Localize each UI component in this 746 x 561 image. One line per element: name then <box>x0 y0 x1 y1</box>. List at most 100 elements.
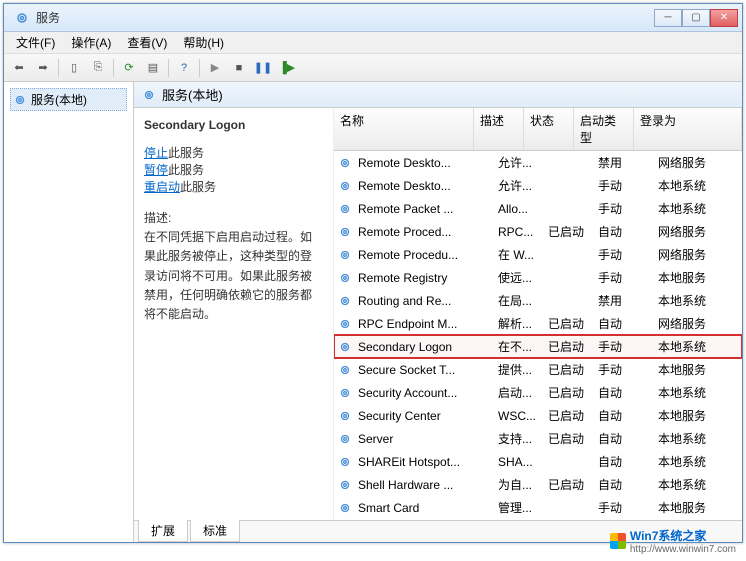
gear-icon <box>142 88 156 102</box>
detail-title: Secondary Logon <box>144 118 323 132</box>
windows-logo-icon <box>610 533 626 549</box>
back-button[interactable]: ⬅ <box>8 57 30 79</box>
cell-name: Security Center <box>352 408 492 424</box>
cell-status <box>542 185 592 187</box>
start-button[interactable]: ▶ <box>204 57 226 79</box>
cell-name: Remote Registry <box>352 270 492 286</box>
toolbar: ⬅ ➡ ▯ ⎘ ⟳ ▤ ? ▶ ■ ❚❚ ▐▶ <box>4 54 742 82</box>
stop-link[interactable]: 停止 <box>144 146 168 160</box>
maximize-button[interactable]: ▢ <box>682 9 710 27</box>
titlebar[interactable]: 服务 ─ ▢ ✕ <box>4 4 742 32</box>
cell-desc: 允许... <box>492 153 542 172</box>
gear-icon <box>338 156 352 170</box>
cell-status: 已启动 <box>542 383 592 402</box>
forward-button[interactable]: ➡ <box>32 57 54 79</box>
menubar: 文件(F) 操作(A) 查看(V) 帮助(H) <box>4 32 742 54</box>
cell-logon: 本地系统 <box>652 176 742 195</box>
cell-logon: 本地服务 <box>652 406 742 425</box>
table-row[interactable]: Remote Deskto... 允许... 手动 本地系统 <box>334 174 742 197</box>
menu-action[interactable]: 操作(A) <box>63 32 119 53</box>
restart-button[interactable]: ▐▶ <box>276 57 298 79</box>
stop-button[interactable]: ■ <box>228 57 250 79</box>
table-row[interactable]: Remote Packet ... Allo... 手动 本地系统 <box>334 197 742 220</box>
cell-desc: SHA... <box>492 454 542 470</box>
services-window: 服务 ─ ▢ ✕ 文件(F) 操作(A) 查看(V) 帮助(H) ⬅ ➡ ▯ ⎘… <box>3 3 743 543</box>
table-row[interactable]: Server 支持... 已启动 自动 本地系统 <box>334 427 742 450</box>
cell-logon: 本地系统 <box>652 429 742 448</box>
table-row[interactable]: Remote Deskto... 允许... 禁用 网络服务 <box>334 151 742 174</box>
cell-logon: 本地服务 <box>652 498 742 517</box>
cell-name: Server <box>352 431 492 447</box>
cell-startup: 手动 <box>592 268 652 287</box>
cell-status <box>542 254 592 256</box>
cell-logon: 本地系统 <box>652 337 742 356</box>
refresh-button[interactable]: ⟳ <box>118 57 140 79</box>
pause-link-suffix: 此服务 <box>168 163 204 177</box>
menu-help[interactable]: 帮助(H) <box>175 32 232 53</box>
tab-standard[interactable]: 标准 <box>190 520 240 542</box>
cell-status <box>542 208 592 210</box>
close-button[interactable]: ✕ <box>710 9 738 27</box>
desc-text: 在不同凭据下启用启动过程。如果此服务被停止，这种类型的登录访问将不可用。如果此服… <box>144 228 323 324</box>
cell-name: Remote Deskto... <box>352 178 492 194</box>
restart-link[interactable]: 重启动 <box>144 180 180 194</box>
table-row[interactable]: Remote Procedu... 在 W... 手动 网络服务 <box>334 243 742 266</box>
cell-name: RPC Endpoint M... <box>352 316 492 332</box>
table-row[interactable]: Routing and Re... 在局... 禁用 本地系统 <box>334 289 742 312</box>
cell-status <box>542 277 592 279</box>
col-status[interactable]: 状态 <box>524 108 574 150</box>
gear-icon <box>338 271 352 285</box>
tab-extended[interactable]: 扩展 <box>138 520 188 542</box>
services-list[interactable]: 名称 描述 状态 启动类型 登录为 Remote Deskto... 允许...… <box>334 108 742 520</box>
pause-button[interactable]: ❚❚ <box>252 57 274 79</box>
panel-header-label: 服务(本地) <box>162 85 223 104</box>
tree-root-services[interactable]: 服务(本地) <box>10 88 127 111</box>
table-row[interactable]: RPC Endpoint M... 解析... 已启动 自动 网络服务 <box>334 312 742 335</box>
table-row[interactable]: Security Account... 启动... 已启动 自动 本地系统 <box>334 381 742 404</box>
show-hide-tree-button[interactable]: ▯ <box>63 57 85 79</box>
col-logon[interactable]: 登录为 <box>634 108 742 150</box>
tree-root-label: 服务(本地) <box>31 91 87 108</box>
cell-desc: 允许... <box>492 176 542 195</box>
table-row[interactable]: SHAREit Hotspot... SHA... 自动 本地系统 <box>334 450 742 473</box>
menu-view[interactable]: 查看(V) <box>119 32 175 53</box>
gear-icon <box>338 340 352 354</box>
col-startup[interactable]: 启动类型 <box>574 108 634 150</box>
col-name[interactable]: 名称 <box>334 108 474 150</box>
cell-status: 已启动 <box>542 337 592 356</box>
table-row[interactable]: Shell Hardware ... 为自... 已启动 自动 本地系统 <box>334 473 742 496</box>
export-button[interactable]: ⎘ <box>87 57 109 79</box>
cell-startup: 手动 <box>592 176 652 195</box>
pause-link[interactable]: 暂停 <box>144 163 168 177</box>
gear-icon <box>338 363 352 377</box>
table-row[interactable]: Secondary Logon 在不... 已启动 手动 本地系统 <box>334 335 742 358</box>
cell-name: Routing and Re... <box>352 293 492 309</box>
watermark-url: http://www.winwin7.com <box>630 544 736 555</box>
table-row[interactable]: Security Center WSC... 已启动 自动 本地服务 <box>334 404 742 427</box>
cell-desc: 使远... <box>492 268 542 287</box>
table-row[interactable]: Remote Proced... RPC... 已启动 自动 网络服务 <box>334 220 742 243</box>
panel-header: 服务(本地) <box>134 82 742 108</box>
cell-logon: 本地系统 <box>652 383 742 402</box>
tree-panel: 服务(本地) <box>4 82 134 542</box>
cell-logon: 本地系统 <box>652 452 742 471</box>
cell-logon: 网络服务 <box>652 245 742 264</box>
table-row[interactable]: Secure Socket T... 提供... 已启动 手动 本地服务 <box>334 358 742 381</box>
cell-logon: 网络服务 <box>652 153 742 172</box>
properties-button[interactable]: ▤ <box>142 57 164 79</box>
help-button[interactable]: ? <box>173 57 195 79</box>
cell-name: Smart Card <box>352 500 492 516</box>
col-desc[interactable]: 描述 <box>474 108 524 150</box>
minimize-button[interactable]: ─ <box>654 9 682 27</box>
cell-status: 已启动 <box>542 475 592 494</box>
app-icon <box>14 10 30 26</box>
right-panel: 服务(本地) Secondary Logon 停止此服务 暂停此服务 重启动此服… <box>134 82 742 542</box>
table-row[interactable]: Smart Card Rem... 允许... 禁用 本地系统 <box>334 519 742 520</box>
cell-desc: 为自... <box>492 475 542 494</box>
gear-icon <box>338 317 352 331</box>
menu-file[interactable]: 文件(F) <box>8 32 63 53</box>
gear-icon <box>338 409 352 423</box>
table-row[interactable]: Remote Registry 使远... 手动 本地服务 <box>334 266 742 289</box>
cell-logon: 本地系统 <box>652 199 742 218</box>
table-row[interactable]: Smart Card 管理... 手动 本地服务 <box>334 496 742 519</box>
